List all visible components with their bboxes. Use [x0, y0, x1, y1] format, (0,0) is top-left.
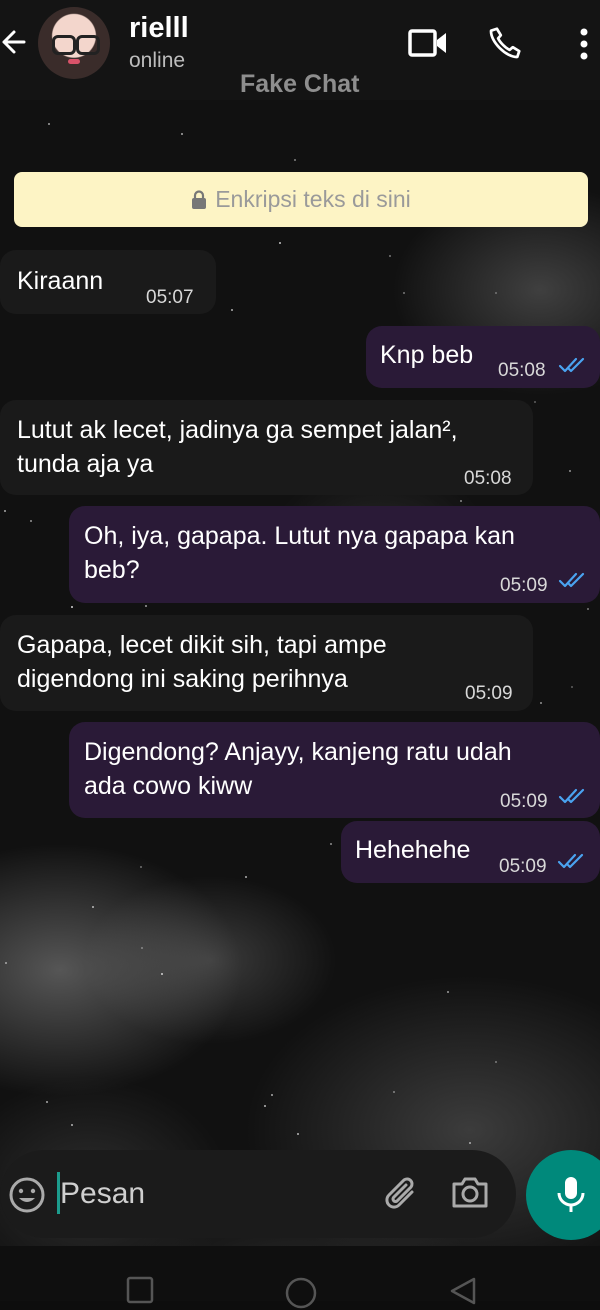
wallpaper-star [231, 309, 233, 311]
home-circle-icon[interactable] [284, 1276, 318, 1310]
wallpaper-star [460, 500, 462, 502]
back-arrow-icon[interactable] [0, 26, 28, 58]
phone-icon[interactable] [487, 25, 523, 61]
wallpaper-star [294, 159, 296, 161]
video-call-icon[interactable] [408, 28, 448, 58]
encryption-notice[interactable]: Enkripsi teks di sini [14, 172, 588, 227]
message-time: 05:07 [146, 287, 194, 308]
wallpaper-star [181, 133, 183, 135]
wallpaper-star [389, 255, 391, 257]
wallpaper-star [245, 876, 247, 878]
read-ticks-icon [558, 788, 585, 804]
recents-square-icon[interactable] [126, 1276, 154, 1304]
message-text: tunda aja ya [17, 450, 154, 478]
wallpaper-star [5, 962, 7, 964]
message-text: Hehehehe [355, 836, 471, 864]
message-text: Gapapa, lecet dikit sih, tapi ampe [17, 631, 387, 659]
wallpaper-star [48, 123, 50, 125]
wallpaper-star [330, 843, 332, 845]
message-bubble-outgoing[interactable]: Oh, iya, gapapa. Lutut nya gapapa kan be… [69, 506, 600, 603]
chat-header: rielll online Fake Chat [0, 0, 600, 100]
message-bubble-incoming[interactable]: Lutut ak lecet, jadinya ga sempet jalan²… [0, 400, 533, 495]
message-bubble-outgoing[interactable]: Hehehehe 05:09 [341, 821, 600, 883]
wallpaper-star [587, 608, 589, 610]
contact-name[interactable]: rielll [129, 12, 189, 45]
wallpaper-star [271, 1094, 273, 1096]
wallpaper-star [264, 1105, 266, 1107]
encryption-notice-text: Enkripsi teks di sini [215, 186, 411, 212]
contact-status: online [129, 49, 186, 72]
more-vert-icon[interactable] [578, 28, 590, 62]
attach-icon[interactable] [382, 1174, 422, 1214]
message-time: 05:09 [465, 683, 513, 704]
wallpaper-star [145, 605, 147, 607]
wallpaper-star [297, 1133, 299, 1135]
wallpaper-star [495, 1061, 497, 1063]
back-triangle-icon[interactable] [448, 1276, 478, 1306]
system-nav-bar [0, 1246, 600, 1309]
wallpaper-star [161, 973, 163, 975]
read-ticks-icon [557, 853, 584, 869]
message-time: 05:09 [500, 791, 548, 812]
wallpaper-star [403, 292, 405, 294]
read-ticks-icon [558, 357, 585, 373]
message-input[interactable] [58, 1170, 362, 1218]
message-text: Lutut ak lecet, jadinya ga sempet jalan²… [17, 416, 458, 444]
wallpaper-star [4, 510, 6, 512]
message-time: 05:08 [498, 360, 546, 381]
message-time: 05:09 [499, 856, 547, 877]
avatar-lips [68, 59, 80, 64]
app-title: Fake Chat [240, 70, 360, 98]
wallpaper-star [140, 866, 142, 868]
wallpaper-star [447, 991, 449, 993]
wallpaper-star [571, 686, 573, 688]
wallpaper-star [469, 1142, 471, 1144]
read-ticks-icon [558, 572, 585, 588]
wallpaper-star [534, 401, 536, 403]
wallpaper-star [71, 606, 73, 608]
wallpaper-star [71, 1124, 73, 1126]
avatar-glasses-left [52, 35, 76, 55]
wallpaper-star [495, 292, 497, 294]
wallpaper-star [30, 520, 32, 522]
message-bubble-outgoing[interactable]: Knp beb 05:08 [366, 326, 600, 388]
avatar-glasses-right [76, 35, 100, 55]
message-text: Digendong? Anjayy, kanjeng ratu udah [84, 738, 512, 766]
lock-icon [192, 189, 207, 209]
message-bubble-outgoing[interactable]: Digendong? Anjayy, kanjeng ratu udah ada… [69, 722, 600, 818]
camera-icon[interactable] [450, 1174, 490, 1210]
message-text: Knp beb [380, 341, 474, 369]
wallpaper-star [46, 1101, 48, 1103]
avatar[interactable] [38, 7, 110, 79]
message-text: beb? [84, 556, 140, 584]
wallpaper-star [540, 702, 542, 704]
wallpaper-star [141, 947, 143, 949]
message-text: Kiraann [17, 267, 104, 295]
message-time: 05:08 [464, 468, 512, 489]
wallpaper-star [92, 906, 94, 908]
message-text: digendong ini saking perihnya [17, 665, 348, 693]
message-text: Oh, iya, gapapa. Lutut nya gapapa kan [84, 522, 515, 550]
message-text: ada cowo kiww [84, 772, 253, 800]
wallpaper-star [569, 470, 571, 472]
emoji-icon[interactable] [8, 1176, 46, 1214]
message-bubble-incoming[interactable]: Kiraann 05:07 [0, 250, 216, 314]
mic-icon [557, 1177, 585, 1212]
message-composer [0, 1150, 516, 1238]
wallpaper-star [393, 1091, 395, 1093]
wallpaper-star [279, 242, 281, 244]
message-time: 05:09 [500, 575, 548, 596]
message-bubble-incoming[interactable]: Gapapa, lecet dikit sih, tapi ampe digen… [0, 615, 533, 711]
